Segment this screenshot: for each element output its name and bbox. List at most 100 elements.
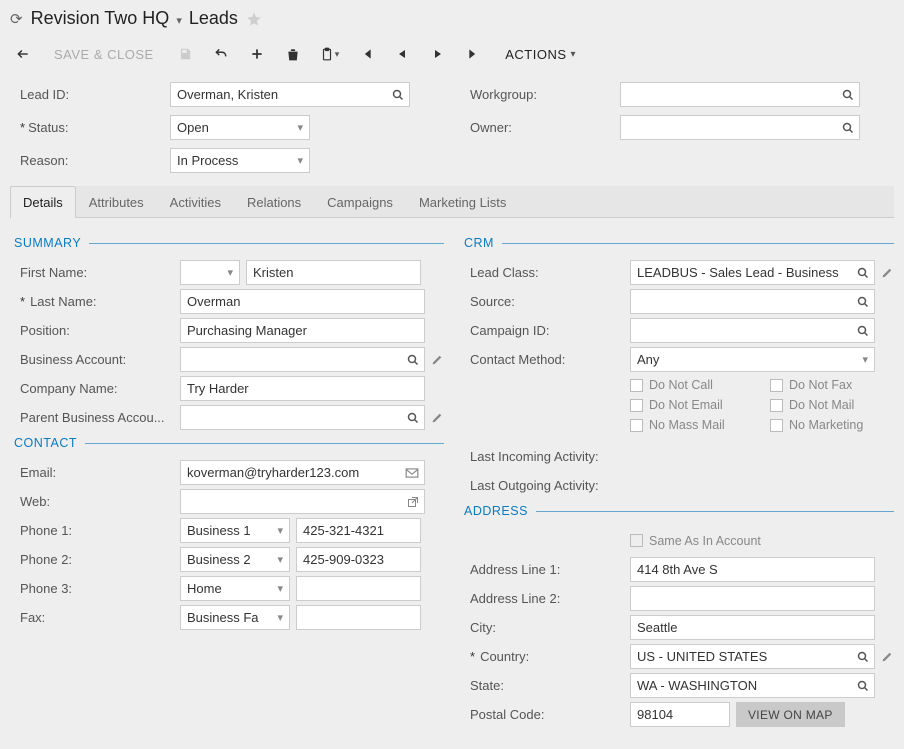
actions-menu[interactable]: ACTIONS▾ bbox=[495, 39, 586, 69]
salutation-select[interactable] bbox=[180, 260, 240, 285]
workgroup-label: Workgroup: bbox=[470, 87, 620, 102]
status-select[interactable]: Open bbox=[170, 115, 310, 140]
source-label: Source: bbox=[464, 294, 624, 309]
workgroup-input[interactable] bbox=[620, 82, 860, 107]
reason-label: Reason: bbox=[20, 153, 170, 168]
last-name-label: Last Name: bbox=[14, 294, 174, 309]
tab-bar: Details Attributes Activities Relations … bbox=[10, 186, 894, 218]
edit-icon[interactable] bbox=[881, 266, 894, 279]
address-heading: ADDRESS bbox=[464, 504, 528, 518]
reason-select[interactable]: In Process bbox=[170, 148, 310, 173]
save-icon bbox=[170, 39, 200, 69]
do-not-call-checkbox[interactable]: Do Not Call bbox=[630, 378, 740, 392]
lead-class-input[interactable] bbox=[630, 260, 875, 285]
last-outgoing-label: Last Outgoing Activity: bbox=[464, 478, 624, 493]
fax-type-select[interactable]: Business Fa bbox=[180, 605, 290, 630]
postal-label: Postal Code: bbox=[464, 707, 624, 722]
email-input[interactable] bbox=[180, 460, 425, 485]
address-line2-input[interactable] bbox=[630, 586, 875, 611]
source-input[interactable] bbox=[630, 289, 875, 314]
tab-relations[interactable]: Relations bbox=[234, 186, 314, 218]
postal-input[interactable] bbox=[630, 702, 730, 727]
campaign-input[interactable] bbox=[630, 318, 875, 343]
last-incoming-label: Last Incoming Activity: bbox=[464, 449, 624, 464]
chevron-down-icon[interactable]: ▾ bbox=[174, 15, 184, 27]
owner-label: Owner: bbox=[470, 120, 620, 135]
tab-marketing-lists[interactable]: Marketing Lists bbox=[406, 186, 519, 218]
company-name-label: Company Name: bbox=[14, 381, 174, 396]
web-input[interactable] bbox=[180, 489, 425, 514]
next-record-icon[interactable] bbox=[423, 39, 453, 69]
email-label: Email: bbox=[14, 465, 174, 480]
phone1-type-select[interactable]: Business 1 bbox=[180, 518, 290, 543]
company-name-input[interactable] bbox=[180, 376, 425, 401]
tab-details[interactable]: Details bbox=[10, 186, 76, 218]
phone2-label: Phone 2: bbox=[14, 552, 174, 567]
tab-activities[interactable]: Activities bbox=[157, 186, 234, 218]
contact-heading: CONTACT bbox=[14, 436, 77, 450]
phone1-label: Phone 1: bbox=[14, 523, 174, 538]
star-icon[interactable] bbox=[246, 11, 262, 27]
back-icon[interactable] bbox=[8, 39, 38, 69]
do-not-mail-checkbox[interactable]: Do Not Mail bbox=[770, 398, 880, 412]
web-label: Web: bbox=[14, 494, 174, 509]
country-label: Country: bbox=[464, 649, 624, 664]
no-mass-mail-checkbox[interactable]: No Mass Mail bbox=[630, 418, 740, 432]
do-not-email-checkbox[interactable]: Do Not Email bbox=[630, 398, 740, 412]
delete-icon[interactable] bbox=[278, 39, 308, 69]
edit-icon[interactable] bbox=[431, 411, 444, 424]
position-label: Position: bbox=[14, 323, 174, 338]
phone3-type-select[interactable]: Home bbox=[180, 576, 290, 601]
business-account-label: Business Account: bbox=[14, 352, 174, 367]
address-line2-label: Address Line 2: bbox=[464, 591, 624, 606]
owner-input[interactable] bbox=[620, 115, 860, 140]
parent-business-account-input[interactable] bbox=[180, 405, 425, 430]
no-marketing-checkbox[interactable]: No Marketing bbox=[770, 418, 880, 432]
save-close-button: SAVE & CLOSE bbox=[44, 39, 164, 69]
last-record-icon[interactable] bbox=[459, 39, 489, 69]
position-input[interactable] bbox=[180, 318, 425, 343]
summary-heading: SUMMARY bbox=[14, 236, 81, 250]
lead-id-label: Lead ID: bbox=[20, 87, 170, 102]
clipboard-icon[interactable]: ▾ bbox=[314, 39, 346, 69]
city-label: City: bbox=[464, 620, 624, 635]
address-line1-label: Address Line 1: bbox=[464, 562, 624, 577]
phone2-input[interactable] bbox=[296, 547, 421, 572]
tab-campaigns[interactable]: Campaigns bbox=[314, 186, 406, 218]
phone3-label: Phone 3: bbox=[14, 581, 174, 596]
fax-input[interactable] bbox=[296, 605, 421, 630]
last-name-input[interactable] bbox=[180, 289, 425, 314]
fax-label: Fax: bbox=[14, 610, 174, 625]
refresh-icon[interactable]: ⟳ bbox=[10, 10, 23, 28]
lead-id-input[interactable] bbox=[170, 82, 410, 107]
contact-method-select[interactable]: Any bbox=[630, 347, 875, 372]
undo-icon[interactable] bbox=[206, 39, 236, 69]
crm-heading: CRM bbox=[464, 236, 494, 250]
campaign-label: Campaign ID: bbox=[464, 323, 624, 338]
state-input[interactable] bbox=[630, 673, 875, 698]
first-name-input[interactable] bbox=[246, 260, 421, 285]
first-name-label: First Name: bbox=[14, 265, 174, 280]
business-account-input[interactable] bbox=[180, 347, 425, 372]
do-not-fax-checkbox[interactable]: Do Not Fax bbox=[770, 378, 880, 392]
prev-record-icon[interactable] bbox=[387, 39, 417, 69]
edit-icon[interactable] bbox=[431, 353, 444, 366]
phone1-input[interactable] bbox=[296, 518, 421, 543]
view-on-map-button[interactable]: VIEW ON MAP bbox=[736, 702, 845, 727]
tab-attributes[interactable]: Attributes bbox=[76, 186, 157, 218]
address-line1-input[interactable] bbox=[630, 557, 875, 582]
first-record-icon[interactable] bbox=[351, 39, 381, 69]
breadcrumb-page[interactable]: Leads bbox=[189, 8, 238, 28]
parent-business-account-label: Parent Business Accou... bbox=[14, 410, 174, 425]
phone3-input[interactable] bbox=[296, 576, 421, 601]
state-label: State: bbox=[464, 678, 624, 693]
edit-icon[interactable] bbox=[881, 650, 894, 663]
contact-method-label: Contact Method: bbox=[464, 352, 624, 367]
country-input[interactable] bbox=[630, 644, 875, 669]
add-icon[interactable] bbox=[242, 39, 272, 69]
breadcrumb-company[interactable]: Revision Two HQ bbox=[31, 8, 170, 28]
phone2-type-select[interactable]: Business 2 bbox=[180, 547, 290, 572]
same-as-account-checkbox[interactable]: Same As In Account bbox=[630, 534, 761, 548]
city-input[interactable] bbox=[630, 615, 875, 640]
lead-class-label: Lead Class: bbox=[464, 265, 624, 280]
